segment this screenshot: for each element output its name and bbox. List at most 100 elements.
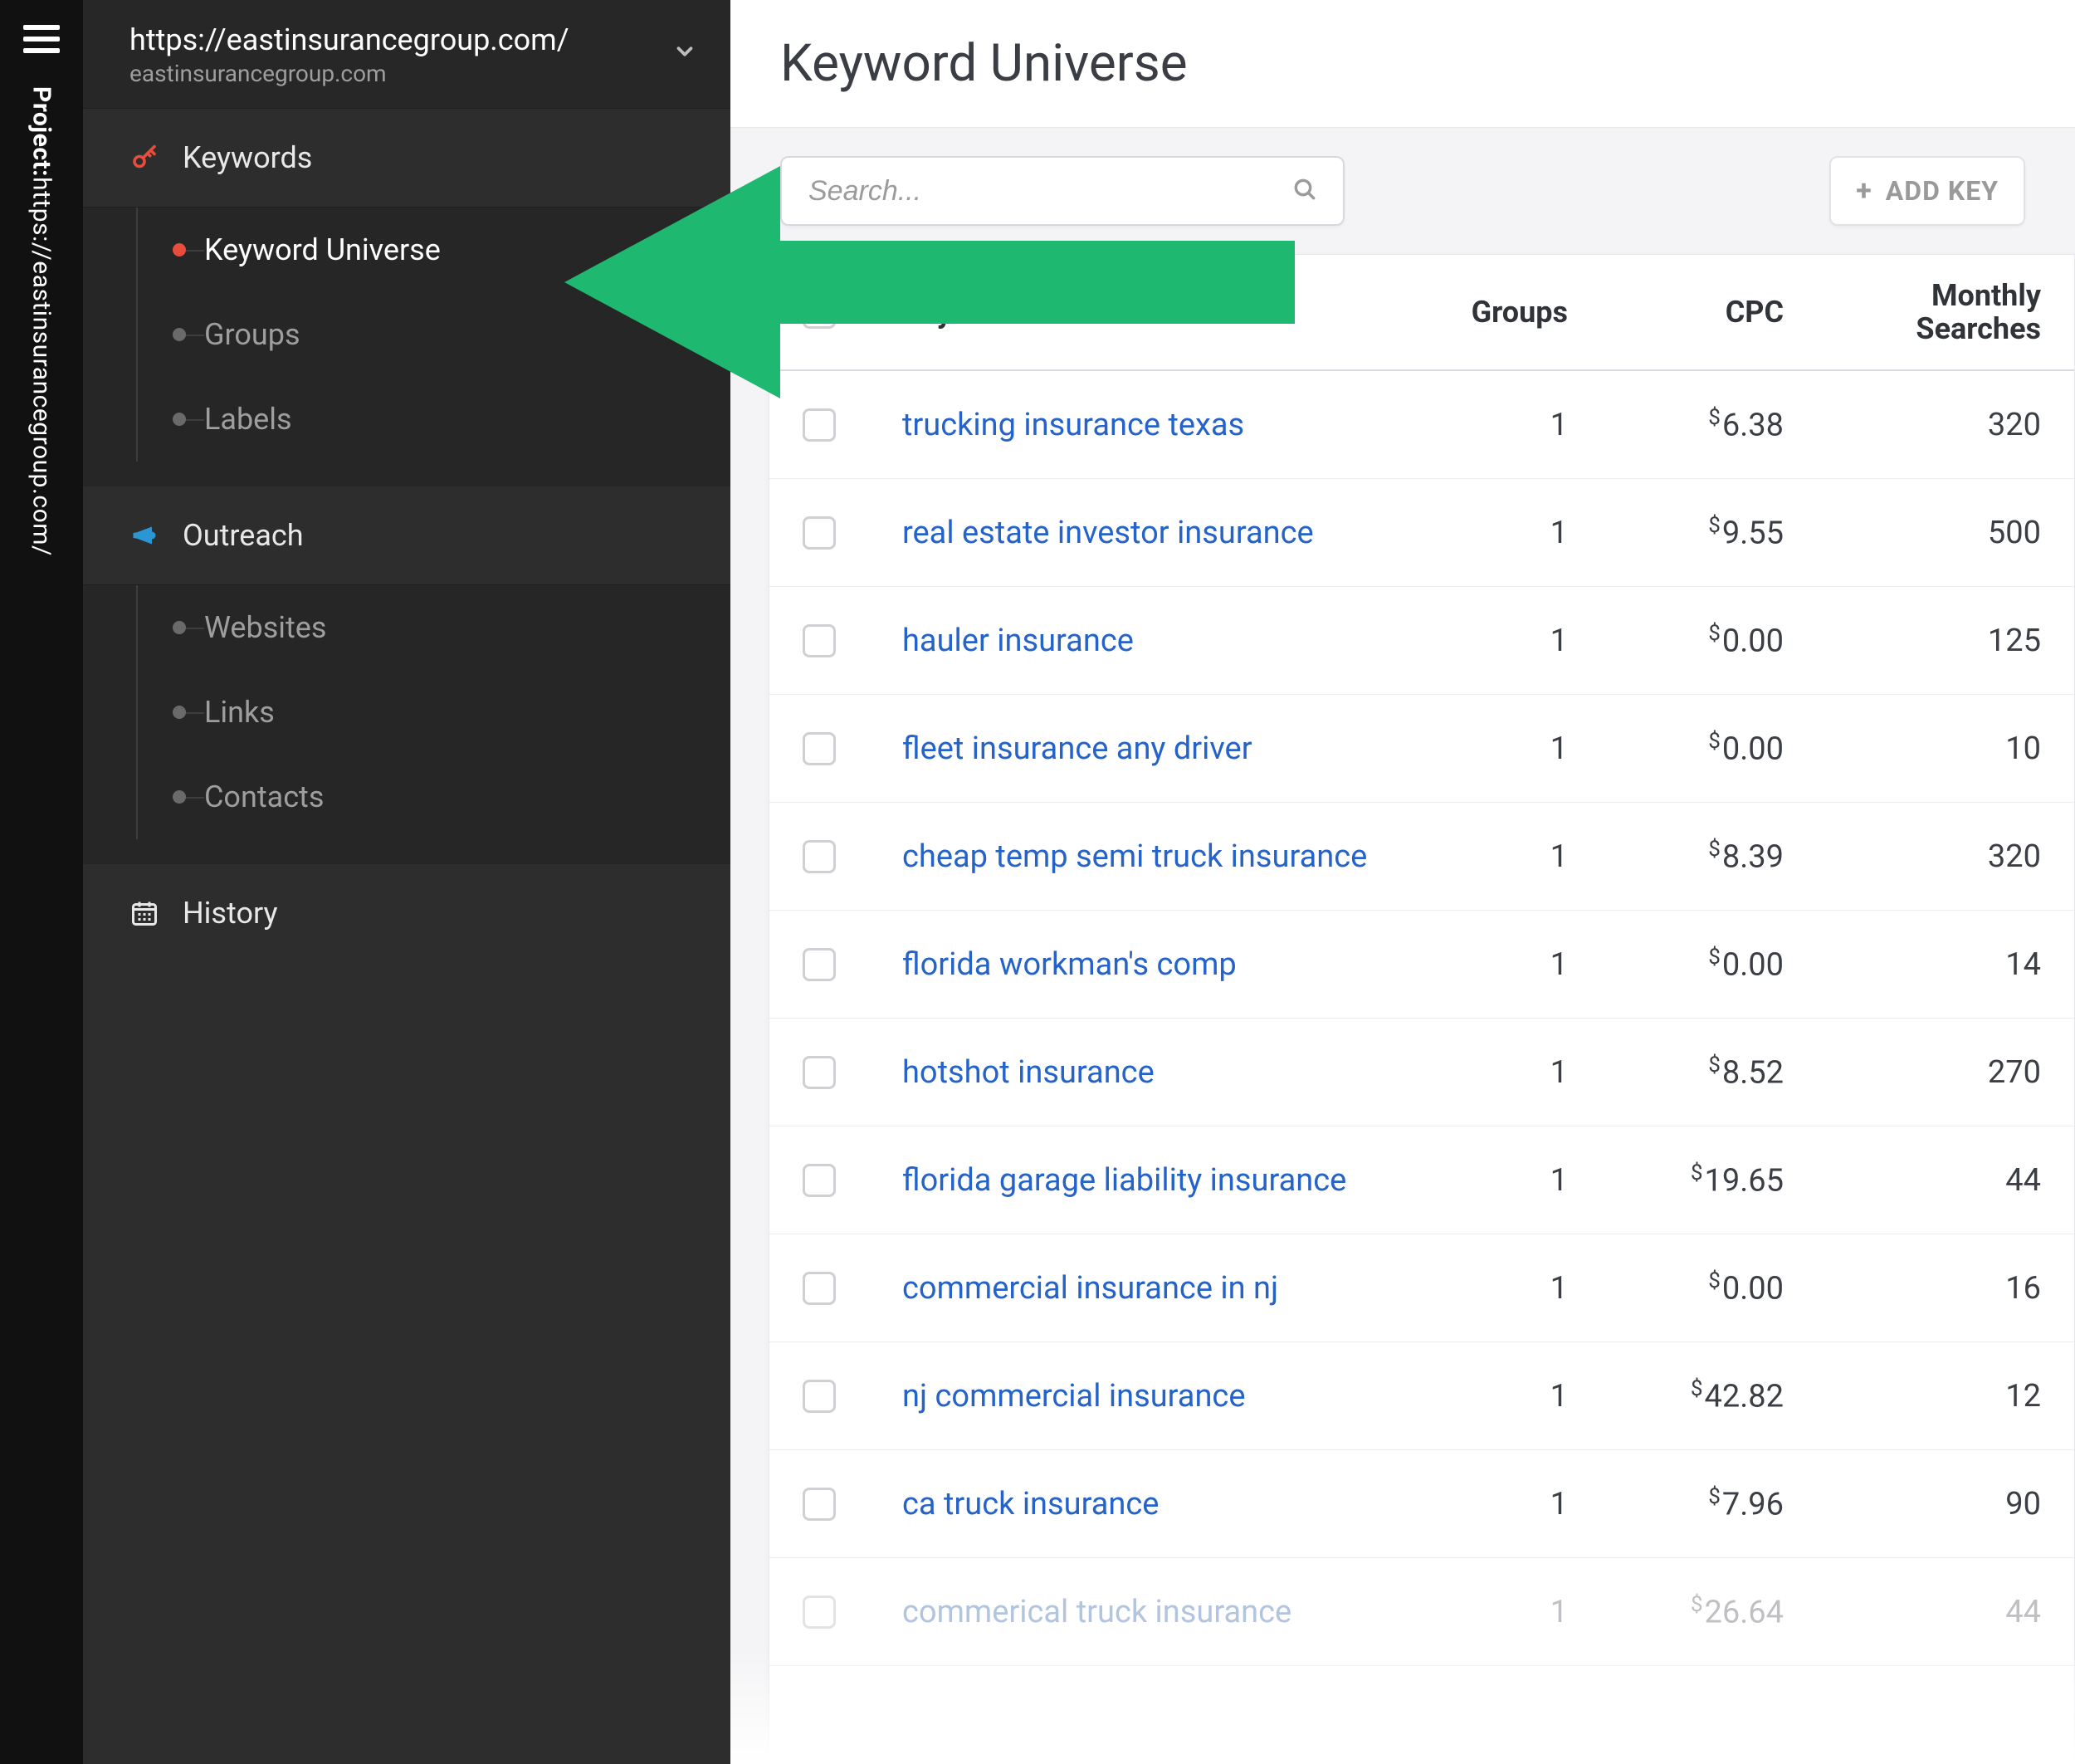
cpc-value: $26.64 (1568, 1592, 1784, 1631)
row-checkbox[interactable] (803, 732, 836, 765)
groups-value: 1 (1385, 731, 1568, 767)
table-row: commerical truck insurance1$26.6444 (769, 1558, 2074, 1666)
project-domain: eastinsurancegroup.com (129, 59, 569, 88)
table-row: trucking insurance texas1$6.38320 (769, 371, 2074, 479)
row-checkbox[interactable] (803, 516, 836, 550)
search-input[interactable] (807, 174, 1291, 208)
add-keywords-button[interactable]: + ADD KEY (1829, 156, 2025, 226)
row-checkbox[interactable] (803, 1380, 836, 1413)
monthly-value: 14 (1784, 946, 2041, 983)
sidebar-item-label: History (183, 896, 278, 931)
table-row: commercial insurance in nj1$0.0016 (769, 1234, 2074, 1342)
table-header: Keyword Groups CPC Monthly Searches (769, 255, 2074, 371)
project-path-label: Project:https://eastinsurancegroup.com/ (27, 86, 56, 556)
project-selector[interactable]: https://eastinsurancegroup.com/ eastinsu… (83, 0, 730, 109)
keyword-link[interactable]: commercial insurance in nj (902, 1270, 1385, 1307)
monthly-value: 500 (1784, 515, 2041, 551)
keyword-link[interactable]: real estate investor insurance (902, 515, 1385, 551)
left-strip: Project:https://eastinsurancegroup.com/ (0, 0, 83, 1764)
cpc-value: $0.00 (1568, 729, 1784, 768)
sidebar-section-outreach[interactable]: Outreach (83, 486, 730, 585)
table-row: ca truck insurance1$7.9690 (769, 1450, 2074, 1558)
groups-value: 1 (1385, 1594, 1568, 1630)
sidebar-item-label: Labels (204, 402, 292, 437)
sidebar-item-groups[interactable]: Groups (129, 292, 730, 377)
chevron-down-icon (672, 39, 697, 71)
groups-value: 1 (1385, 623, 1568, 659)
bullhorn-icon (129, 520, 159, 550)
sidebar-item-links[interactable]: Links (129, 670, 730, 755)
cpc-value: $0.00 (1568, 945, 1784, 984)
cpc-value: $0.00 (1568, 1268, 1784, 1307)
sidebar-item-history[interactable]: History (83, 864, 730, 962)
row-checkbox[interactable] (803, 1164, 836, 1197)
row-checkbox[interactable] (803, 840, 836, 873)
key-icon (129, 143, 159, 173)
keyword-link[interactable]: hotshot insurance (902, 1054, 1385, 1091)
groups-value: 1 (1385, 1162, 1568, 1199)
table-row: cheap temp semi truck insurance1$8.39320 (769, 803, 2074, 911)
search-icon (1291, 176, 1318, 206)
table-row: hauler insurance1$0.00125 (769, 587, 2074, 695)
col-monthly-searches[interactable]: Monthly Searches (1784, 279, 2041, 346)
row-checkbox[interactable] (803, 624, 836, 657)
cpc-value: $8.39 (1568, 837, 1784, 876)
monthly-value: 44 (1784, 1594, 2041, 1630)
monthly-value: 270 (1784, 1054, 2041, 1091)
keyword-link[interactable]: florida workman's comp (902, 946, 1385, 983)
monthly-value: 16 (1784, 1270, 2041, 1307)
groups-value: 1 (1385, 1054, 1568, 1091)
keyword-link[interactable]: cheap temp semi truck insurance (902, 838, 1385, 875)
groups-value: 1 (1385, 1270, 1568, 1307)
keywords-table: Keyword Groups CPC Monthly Searches truc… (769, 254, 2075, 1764)
sidebar-item-label: Contacts (204, 779, 324, 814)
keyword-link[interactable]: commerical truck insurance (902, 1594, 1385, 1630)
row-checkbox[interactable] (803, 1595, 836, 1629)
cpc-value: $0.00 (1568, 621, 1784, 660)
col-groups[interactable]: Groups (1385, 295, 1568, 330)
row-checkbox[interactable] (803, 408, 836, 442)
row-checkbox[interactable] (803, 1272, 836, 1305)
groups-value: 1 (1385, 1378, 1568, 1415)
sidebar-item-label: Links (204, 695, 275, 730)
table-row: fleet insurance any driver1$0.0010 (769, 695, 2074, 803)
keywords-tree: Keyword Universe Groups Labels (83, 208, 730, 486)
keyword-link[interactable]: ca truck insurance (902, 1486, 1385, 1522)
search-box[interactable] (780, 156, 1345, 226)
add-keywords-label: ADD KEY (1886, 175, 1999, 207)
col-keyword[interactable]: Keyword (902, 295, 1385, 330)
row-checkbox[interactable] (803, 948, 836, 981)
sidebar-section-label: Outreach (183, 518, 304, 553)
calendar-icon (129, 898, 159, 928)
table-row: florida workman's comp1$0.0014 (769, 911, 2074, 1019)
table-row: nj commercial insurance1$42.8212 (769, 1342, 2074, 1450)
keyword-link[interactable]: hauler insurance (902, 623, 1385, 659)
sidebar-item-contacts[interactable]: Contacts (129, 755, 730, 839)
monthly-value: 90 (1784, 1486, 2041, 1522)
select-all-checkbox[interactable] (803, 296, 836, 329)
keyword-link[interactable]: florida garage liability insurance (902, 1162, 1385, 1199)
cpc-value: $9.55 (1568, 513, 1784, 552)
sidebar: https://eastinsurancegroup.com/ eastinsu… (83, 0, 730, 1764)
cpc-value: $8.52 (1568, 1053, 1784, 1092)
row-checkbox[interactable] (803, 1056, 836, 1089)
keyword-link[interactable]: fleet insurance any driver (902, 731, 1385, 767)
sidebar-section-keywords[interactable]: Keywords (83, 109, 730, 208)
keyword-link[interactable]: nj commercial insurance (902, 1378, 1385, 1415)
groups-value: 1 (1385, 1486, 1568, 1522)
row-checkbox[interactable] (803, 1488, 836, 1521)
sidebar-item-label: Websites (204, 610, 326, 645)
sidebar-item-labels[interactable]: Labels (129, 377, 730, 462)
table-row: hotshot insurance1$8.52270 (769, 1019, 2074, 1126)
col-cpc[interactable]: CPC (1568, 295, 1784, 330)
monthly-value: 10 (1784, 731, 2041, 767)
cpc-value: $6.38 (1568, 405, 1784, 444)
sidebar-item-websites[interactable]: Websites (129, 585, 730, 670)
groups-value: 1 (1385, 407, 1568, 443)
sidebar-section-label: Keywords (183, 140, 312, 175)
menu-icon[interactable] (23, 25, 60, 53)
sidebar-item-keyword-universe[interactable]: Keyword Universe (129, 208, 730, 292)
sidebar-item-label: Groups (204, 317, 300, 352)
keyword-link[interactable]: trucking insurance texas (902, 407, 1385, 443)
toolbar: + ADD KEY (730, 128, 2075, 254)
